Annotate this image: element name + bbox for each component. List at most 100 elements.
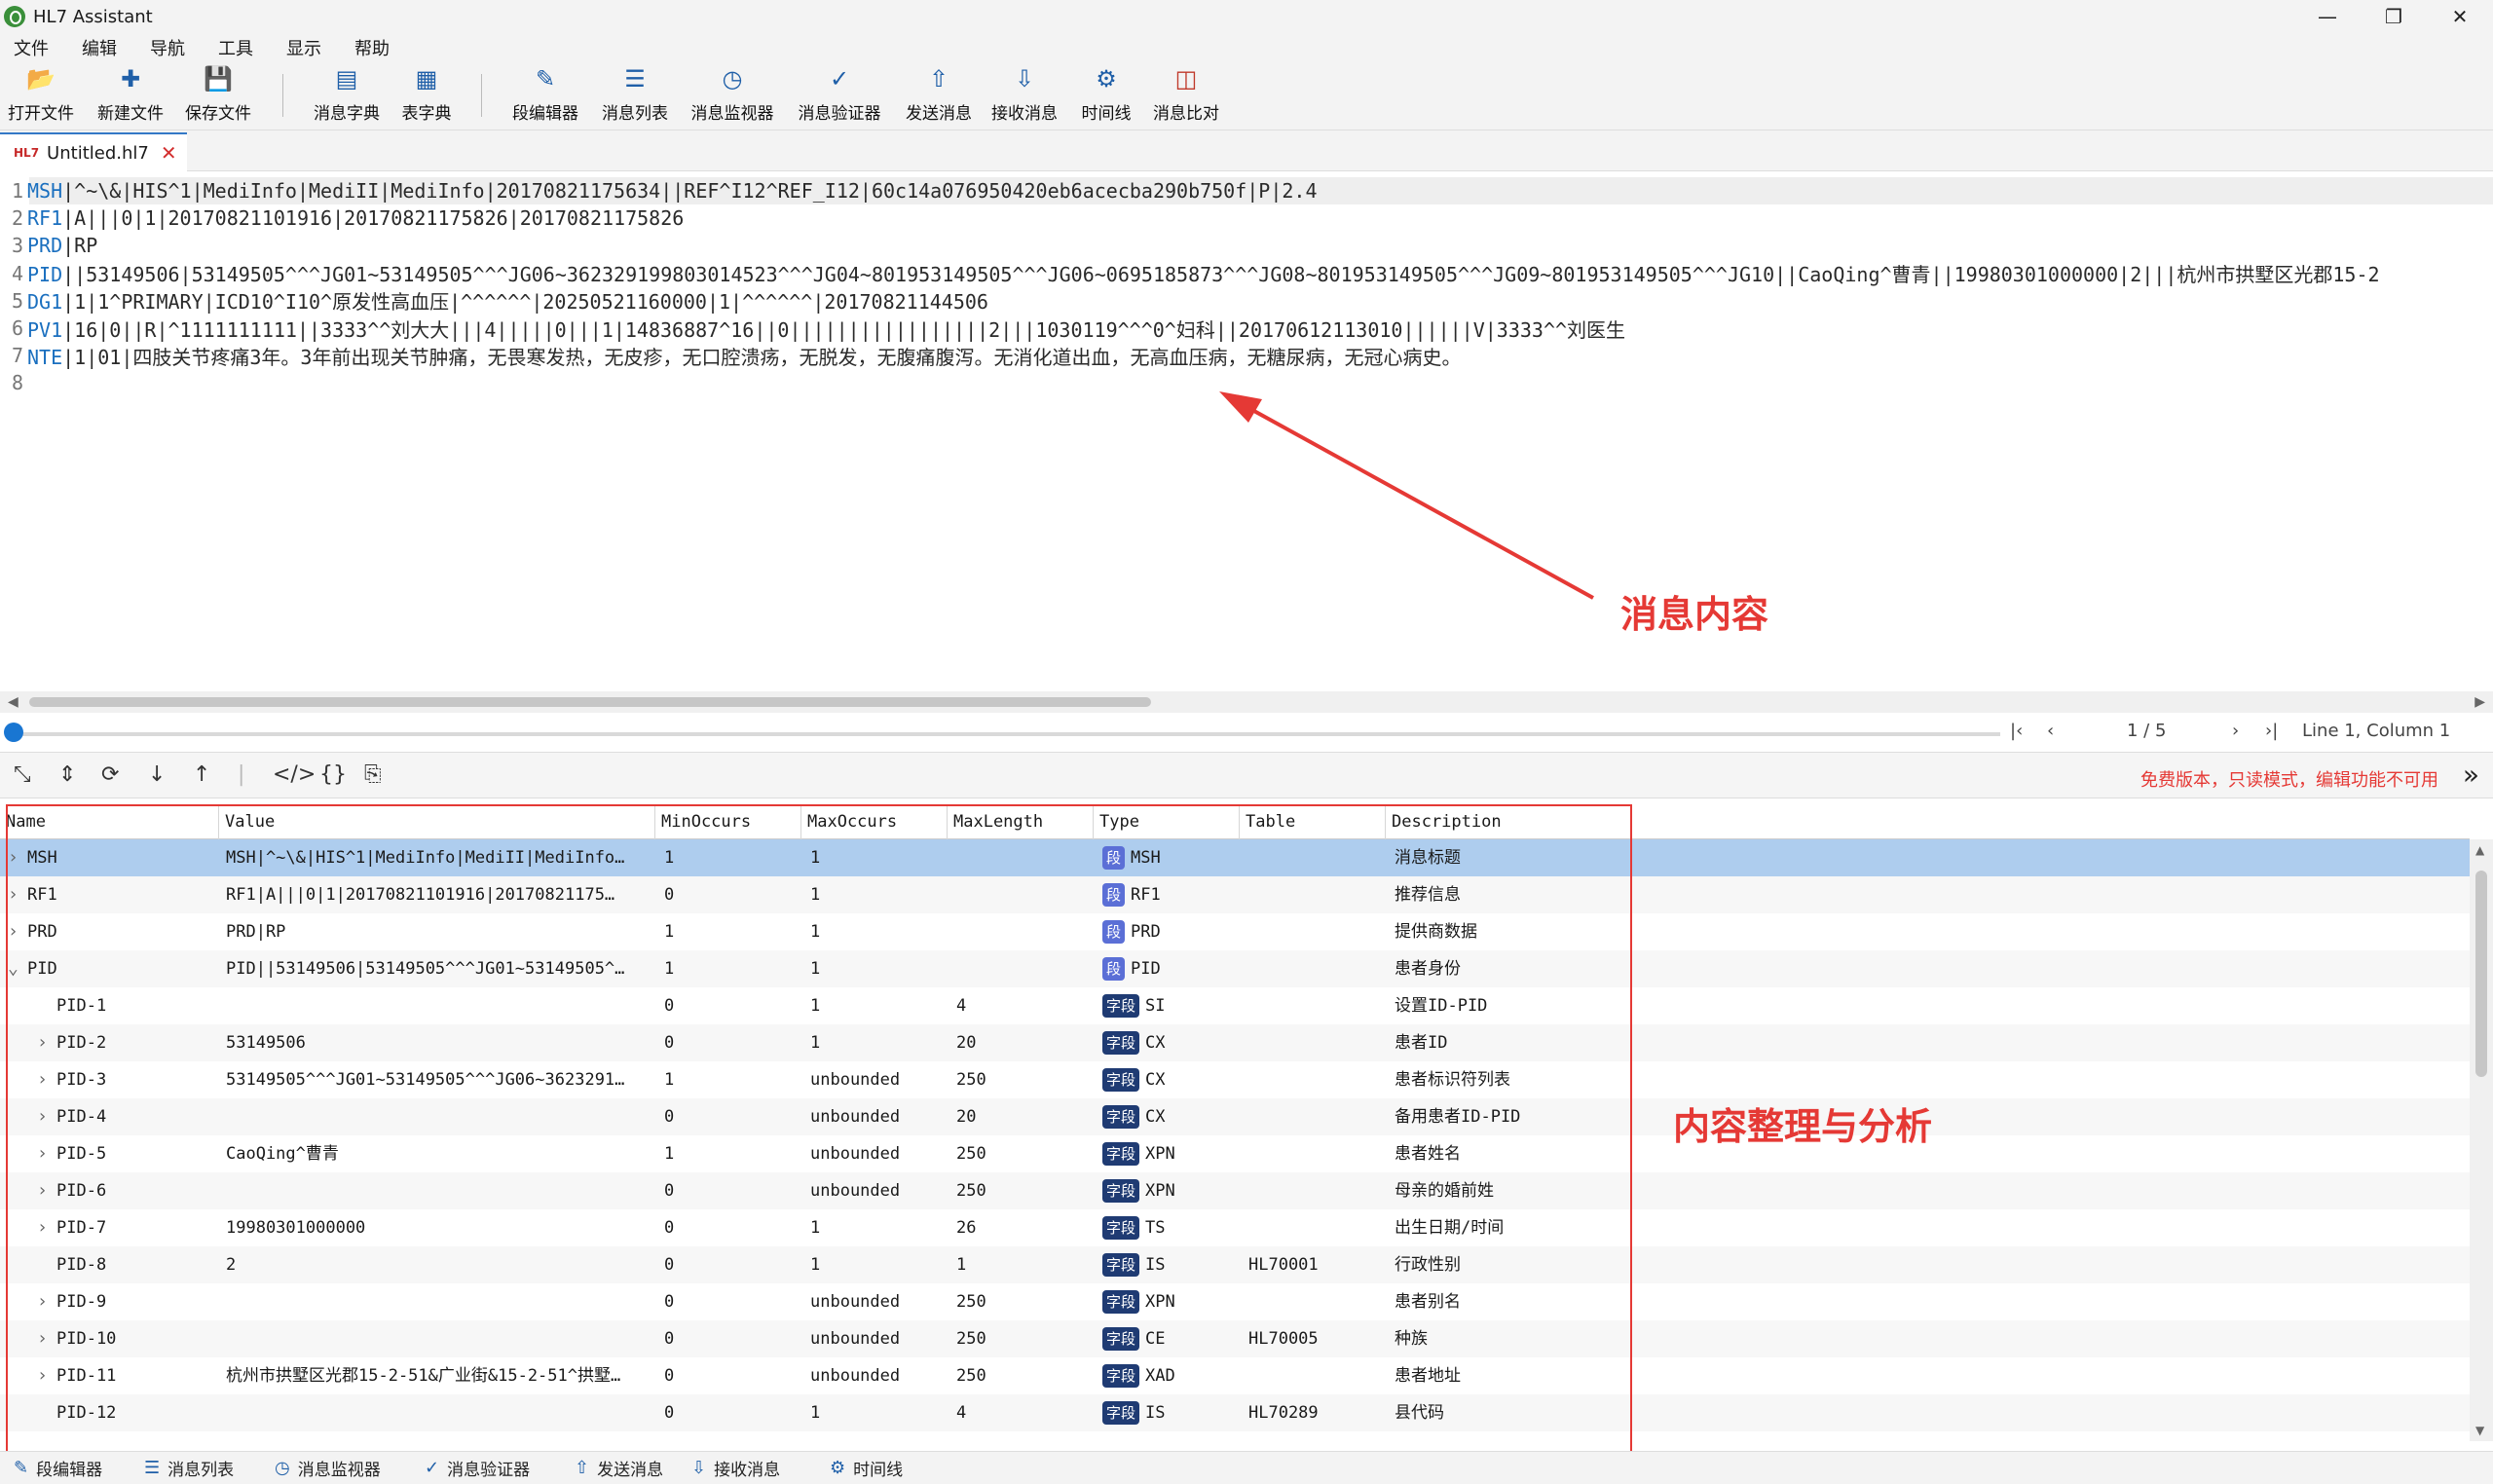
code-view-icon[interactable]: </>	[273, 762, 316, 787]
chevron-right-icon[interactable]: ›	[8, 839, 19, 876]
editor-line[interactable]: 5 DG1|1|1^PRIMARY|ICD10^I10^原发性高血压|^^^^^^…	[0, 287, 988, 315]
previous-message-icon[interactable]: ‹	[2047, 721, 2054, 741]
chevron-down-icon[interactable]: ⌄	[8, 950, 19, 987]
vertical-scroll-thumb[interactable]	[2475, 871, 2487, 1077]
expand-panel-icon[interactable]: »	[2463, 759, 2479, 791]
table-row[interactable]: › PID-5 CaoQing^曹青 1 unbounded 250 患者姓名 字段 XPN	[0, 1135, 2470, 1172]
scroll-right-icon[interactable]: ▶	[2474, 691, 2485, 713]
menu-help[interactable]: 帮助	[354, 35, 390, 60]
toolbar-message-list-button[interactable]: ☰ 消息列表	[591, 64, 679, 124]
bottom-tab-segment-editor[interactable]: ✎ 段编辑器	[14, 1456, 102, 1480]
column-header-type[interactable]: Type	[1093, 804, 1239, 839]
bottom-tab-message-validator[interactable]: ✓ 消息验证器	[425, 1456, 530, 1480]
editor-line[interactable]: 4 PID||53149506|53149505^^^JG01~53149505^…	[0, 260, 2380, 287]
tab-untitled-hl7[interactable]: HL7 Untitled.hl7 ✕	[0, 132, 187, 171]
table-row[interactable]: › PID-2 53149506 0 1 20 患者ID 字段 CX	[0, 1024, 2470, 1061]
column-header-name[interactable]: Name	[0, 804, 218, 839]
menu-view[interactable]: 显示	[286, 35, 321, 60]
chevron-right-icon[interactable]: ›	[8, 913, 19, 950]
toolbar-new-file-button[interactable]: ✚ 新建文件	[87, 64, 174, 124]
editor-line[interactable]: 2 RF1|A|||0|1|20170821101916|201708211758…	[0, 204, 684, 232]
table-row[interactable]: › PID-3 53149505^^^JG01~53149505^^^JG06~36…	[0, 1061, 2470, 1098]
close-tab-icon[interactable]: ✕	[161, 141, 177, 165]
toolbar-message-dictionary-button[interactable]: ▤ 消息字典	[303, 64, 391, 124]
toolbar-send-button[interactable]: ⇧ 发送消息	[895, 64, 983, 124]
column-header-maxlength[interactable]: MaxLength	[947, 804, 1093, 839]
toolbar-message-monitor-button[interactable]: ◷ 消息监视器	[688, 64, 776, 124]
editor-line[interactable]: 1 MSH|^~\&|HIS^1|MediInfo|MediII|MediInfo…	[0, 177, 1318, 204]
bottom-tab-receive[interactable]: ⇩ 接收消息	[691, 1456, 780, 1480]
clipboard-icon[interactable]: ⎘	[364, 762, 382, 787]
collapse-all-icon[interactable]: ⤡	[14, 762, 31, 787]
sync-off-icon[interactable]: ⟳	[101, 762, 119, 787]
table-row[interactable]: › RF1 RF1|A|||0|1|20170821101916|201708211…	[0, 876, 2470, 913]
message-editor[interactable]: 1 MSH|^~\&|HIS^1|MediInfo|MediII|MediInfo…	[0, 175, 2493, 691]
horizontal-scroll-thumb[interactable]	[29, 697, 1151, 707]
move-down-icon[interactable]: ↓	[148, 762, 166, 787]
chevron-right-icon[interactable]: ›	[8, 876, 19, 913]
editor-line[interactable]: 8	[0, 369, 27, 396]
close-window-button[interactable]: ✕	[2427, 0, 2493, 33]
table-row[interactable]: › PID-6 0 unbounded 250 母亲的婚前姓 字段 XPN	[0, 1172, 2470, 1209]
scroll-left-icon[interactable]: ◀	[8, 691, 19, 713]
table-row[interactable]: ⌄ PID PID||53149506|53149505^^^JG01~531495…	[0, 950, 2470, 987]
bottom-tab-send[interactable]: ⇧ 发送消息	[575, 1456, 663, 1480]
toolbar-compare-button[interactable]: ◫ 消息比对	[1142, 64, 1230, 124]
toolbar-table-dictionary-button[interactable]: ▦ 表字典	[383, 64, 470, 124]
table-row[interactable]: › PID-9 0 unbounded 250 患者别名 字段 XPN	[0, 1283, 2470, 1320]
menu-tools[interactable]: 工具	[218, 35, 253, 60]
message-slider-handle[interactable]	[4, 723, 23, 742]
chevron-right-icon[interactable]: ›	[37, 1209, 48, 1246]
first-message-icon[interactable]: |‹	[2010, 721, 2023, 741]
column-header-value[interactable]: Value	[218, 804, 654, 839]
column-header-table[interactable]: Table	[1239, 804, 1385, 839]
column-header-maxoccurs[interactable]: MaxOccurs	[800, 804, 947, 839]
toolbar-folder-open-button[interactable]: 📂 打开文件	[0, 64, 85, 124]
chevron-right-icon[interactable]: ›	[37, 1061, 48, 1098]
restore-button[interactable]: ❐	[2361, 0, 2427, 33]
json-view-icon[interactable]: {}	[319, 762, 347, 787]
table-row[interactable]: › MSH MSH|^~\&|HIS^1|MediInfo|MediII|MediI…	[0, 839, 2470, 876]
bottom-tab-message-monitor[interactable]: ◷ 消息监视器	[275, 1456, 381, 1480]
move-up-icon[interactable]: ↑	[193, 762, 210, 787]
toolbar-receive-button[interactable]: ⇩ 接收消息	[981, 64, 1068, 124]
last-message-icon[interactable]: ›|	[2265, 721, 2278, 741]
editor-line[interactable]: 6 PV1|16|0||R|^1111111111||3333^^刘大大|||4|…	[0, 315, 1625, 342]
column-header-description[interactable]: Description	[1385, 804, 1823, 839]
chevron-right-icon[interactable]: ›	[37, 1135, 48, 1172]
editor-line[interactable]: 7 NTE|1|01|四肢关节疼痛3年。3年前出现关节肿痛，无畏寒发热，无皮疹，无…	[0, 342, 1462, 369]
table-row[interactable]: › PID-10 0 unbounded 250 HL70005 种族 字段 CE	[0, 1320, 2470, 1357]
table-row[interactable]: › PID-7 19980301000000 0 1 26 出生日期/时间 字段 TS	[0, 1209, 2470, 1246]
chevron-right-icon[interactable]: ›	[37, 1024, 48, 1061]
chevron-right-icon[interactable]: ›	[37, 1283, 48, 1320]
table-row[interactable]: PID-8 2 0 1 1 HL70001 行政性别 字段 IS	[0, 1246, 2470, 1283]
scroll-up-icon[interactable]: ▲	[2475, 843, 2484, 857]
toolbar-message-validator-button[interactable]: ✓ 消息验证器	[796, 64, 883, 124]
bottom-tab-timeline[interactable]: ⚙ 时间线	[830, 1456, 903, 1480]
toolbar-timeline-button[interactable]: ⚙ 时间线	[1062, 64, 1150, 124]
expand-all-icon[interactable]: ⇕	[58, 762, 76, 787]
table-row[interactable]: PID-12 0 1 4 HL70289 县代码 字段 IS	[0, 1394, 2470, 1431]
scroll-down-icon[interactable]: ▼	[2475, 1424, 2484, 1437]
toolbar-save-button[interactable]: 💾 保存文件	[174, 64, 262, 124]
column-header-minoccurs[interactable]: MinOccurs	[654, 804, 800, 839]
chevron-right-icon[interactable]: ›	[37, 1357, 48, 1394]
menu-file[interactable]: 文件	[14, 35, 49, 60]
chevron-right-icon[interactable]: ›	[37, 1172, 48, 1209]
editor-line[interactable]: 3 PRD|RP	[0, 232, 97, 259]
bottom-tab-message-list[interactable]: ☰ 消息列表	[144, 1456, 234, 1480]
menu-edit[interactable]: 编辑	[82, 35, 117, 60]
table-row[interactable]: › PID-4 0 unbounded 20 备用患者ID-PID 字段 CX	[0, 1098, 2470, 1135]
grid-vertical-scrollbar[interactable]: ▲ ▼	[2470, 839, 2493, 1441]
menu-navigate[interactable]: 导航	[150, 35, 185, 60]
table-row[interactable]: › PID-11 杭州市拱墅区光郡15-2-51&广业街&15-2-51^拱墅… 0 u…	[0, 1357, 2470, 1394]
table-row[interactable]: PID-1 0 1 4 设置ID-PID 字段 SI	[0, 987, 2470, 1024]
message-slider-track[interactable]	[14, 732, 2000, 736]
chevron-right-icon[interactable]: ›	[37, 1098, 48, 1135]
toolbar-segment-editor-button[interactable]: ✎ 段编辑器	[502, 64, 589, 124]
minimize-button[interactable]: —	[2294, 0, 2361, 33]
table-row[interactable]: › PRD PRD|RP 1 1 提供商数据段 PRD	[0, 913, 2470, 950]
chevron-right-icon[interactable]: ›	[37, 1320, 48, 1357]
editor-horizontal-scrollbar[interactable]: ◀ ▶	[0, 691, 2493, 713]
next-message-icon[interactable]: ›	[2232, 721, 2239, 741]
